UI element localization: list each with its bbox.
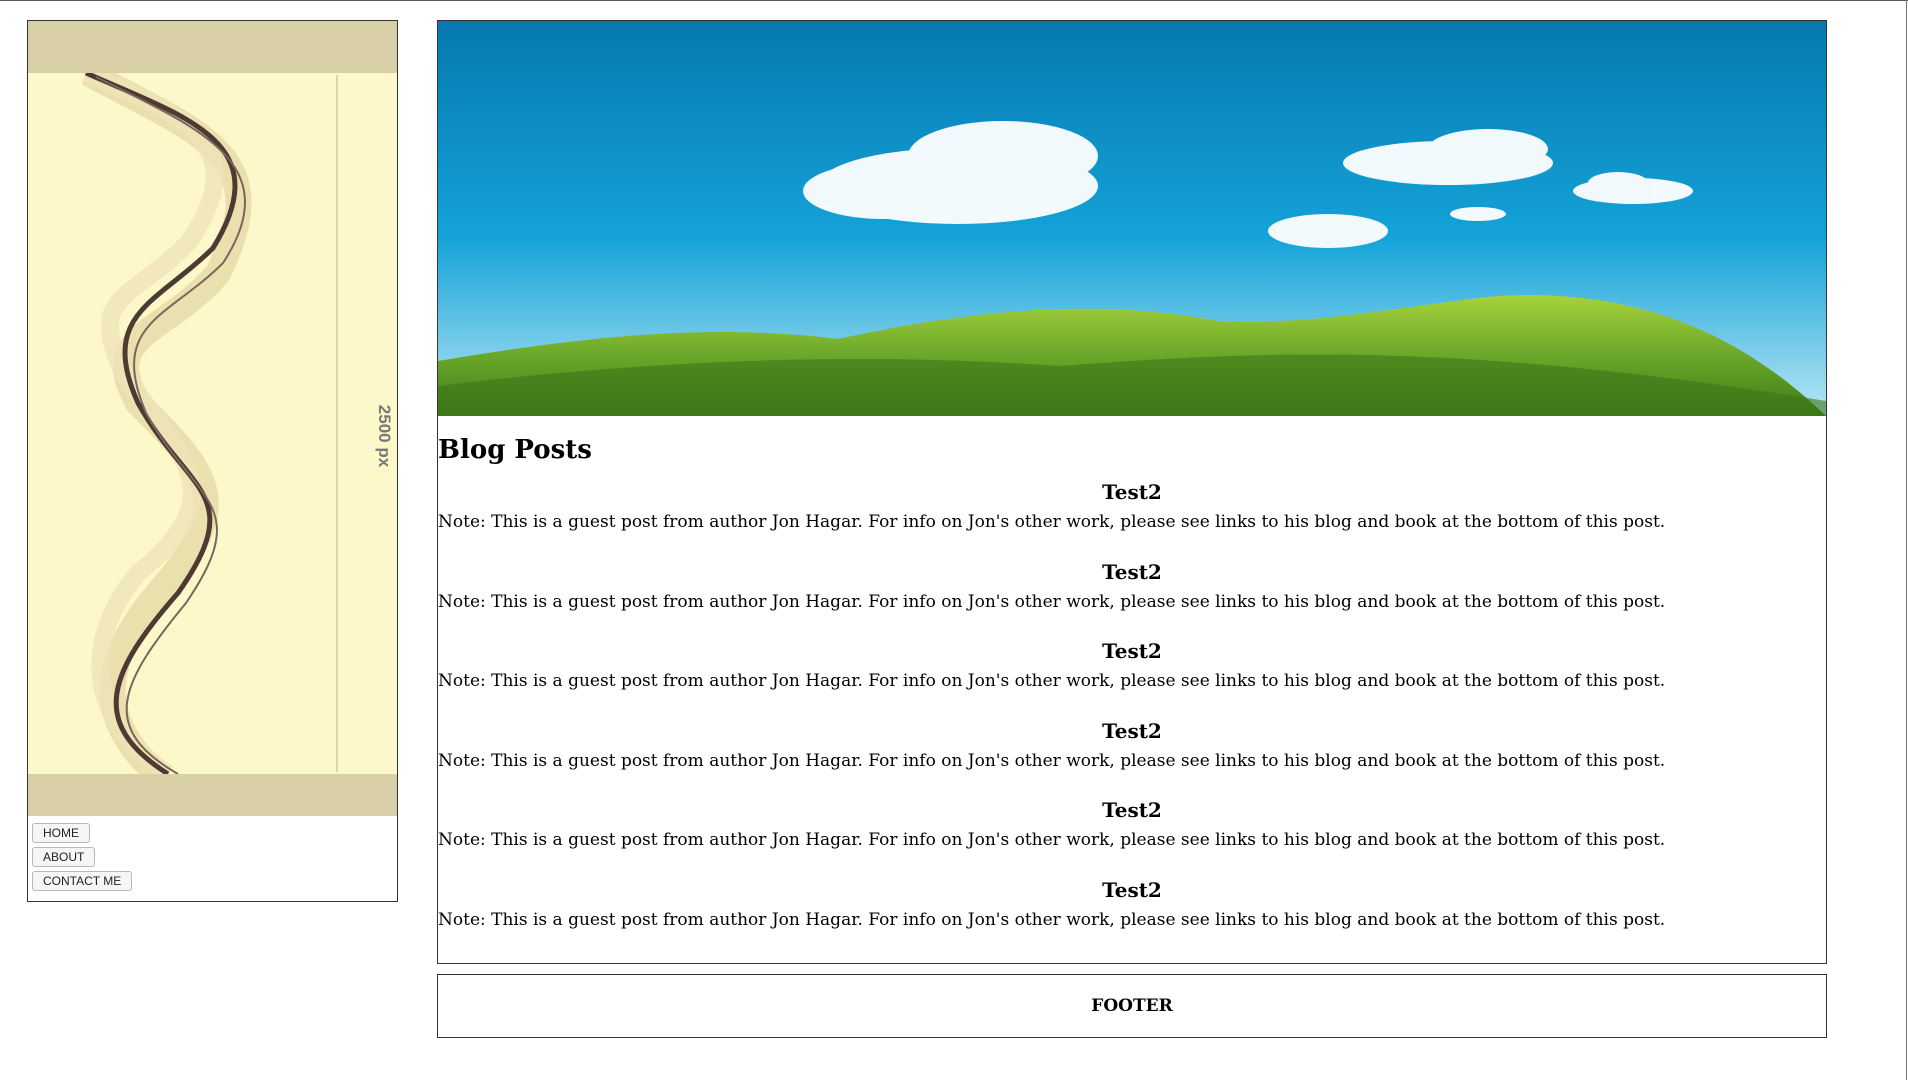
page-title: Blog Posts bbox=[438, 435, 592, 465]
sidebar: 2500 px HOME ABOUT CONTACT ME bbox=[27, 20, 398, 902]
sidebar-banner-image: 2500 px bbox=[28, 21, 397, 816]
post-excerpt: Note: This is a guest post from author J… bbox=[438, 909, 1666, 930]
blog-post: Test2 Note: This is a guest post from au… bbox=[438, 631, 1826, 711]
post-excerpt: Note: This is a guest post from author J… bbox=[438, 830, 1666, 850]
blog-posts-section: Blog Posts Test2 Note: This is a guest p… bbox=[438, 434, 1826, 949]
banner-band-bottom bbox=[28, 774, 397, 816]
nav-about-button[interactable]: ABOUT bbox=[32, 847, 96, 867]
blog-post: Test2 Note: This is a guest post from au… bbox=[438, 552, 1826, 632]
post-title[interactable]: Test2 bbox=[438, 552, 1826, 590]
hero-landscape-image bbox=[438, 21, 1826, 416]
top-border bbox=[0, 0, 1908, 1]
post-title[interactable]: Test2 bbox=[438, 870, 1826, 908]
right-border bbox=[1906, 0, 1907, 1080]
post-excerpt: Note: This is a guest post from author J… bbox=[438, 512, 1666, 532]
post-title[interactable]: Test2 bbox=[438, 631, 1826, 669]
banner-band-top bbox=[28, 21, 397, 73]
main-content: Blog Posts Test2 Note: This is a guest p… bbox=[437, 20, 1827, 964]
post-title[interactable]: Test2 bbox=[438, 790, 1826, 828]
page-footer: FOOTER bbox=[437, 974, 1827, 1038]
banner-dimension-label: 2500 px bbox=[375, 404, 395, 468]
footer-label: FOOTER bbox=[1091, 996, 1173, 1016]
blog-post: Test2 Note: This is a guest post from au… bbox=[438, 870, 1826, 950]
nav-contact-button[interactable]: CONTACT ME bbox=[32, 871, 133, 891]
post-excerpt: Note: This is a guest post from author J… bbox=[438, 591, 1666, 612]
blog-post: Test2 Note: This is a guest post from au… bbox=[438, 790, 1826, 870]
sidebar-nav: HOME ABOUT CONTACT ME bbox=[32, 823, 133, 895]
wave-ribbon-graphic bbox=[81, 73, 338, 774]
nav-home-button[interactable]: HOME bbox=[32, 823, 90, 843]
post-title[interactable]: Test2 bbox=[438, 711, 1826, 749]
post-excerpt: Note: This is a guest post from author J… bbox=[438, 750, 1666, 771]
blog-post: Test2 Note: This is a guest post from au… bbox=[438, 711, 1826, 791]
blog-post: Test2 Note: This is a guest post from au… bbox=[438, 472, 1826, 552]
post-title[interactable]: Test2 bbox=[438, 472, 1826, 510]
post-excerpt: Note: This is a guest post from author J… bbox=[438, 671, 1666, 691]
